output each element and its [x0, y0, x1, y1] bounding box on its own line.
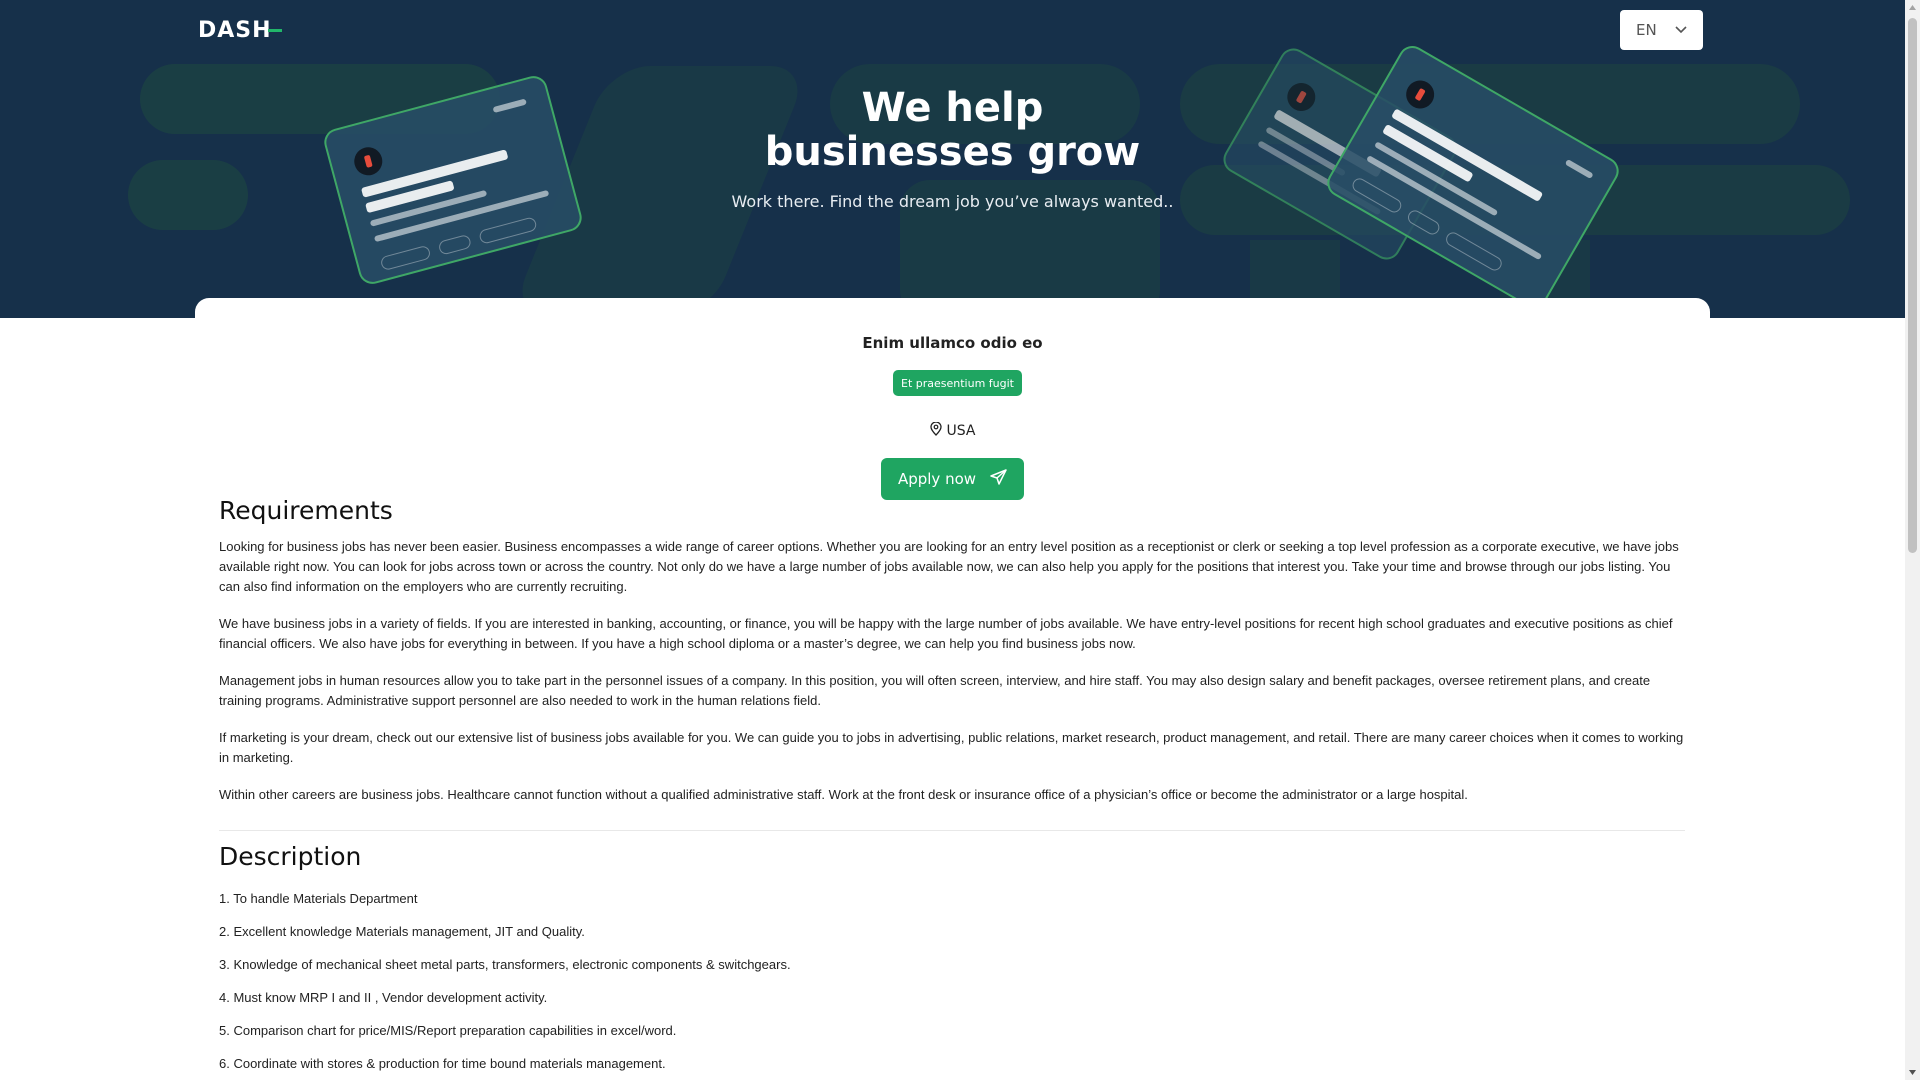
logo[interactable]: DASH	[198, 17, 282, 43]
scrollbar-thumb[interactable]	[1908, 18, 1917, 553]
hero-subtitle: Work there. Find the dream job you’ve al…	[731, 192, 1174, 211]
location-text: USA	[946, 423, 976, 439]
list-item: 4. Must know MRP I and II , Vendor devel…	[219, 990, 548, 1005]
language-select[interactable]: EN	[1620, 10, 1703, 50]
list-item: 6. Coordinate with stores & production f…	[219, 1056, 666, 1071]
requirements-section: Requirements Looking for business jobs h…	[219, 496, 1685, 822]
requirements-heading: Requirements	[219, 496, 393, 525]
requirements-body: Looking for business jobs has never been…	[219, 537, 1685, 805]
hero-title-line: We help	[861, 85, 1044, 131]
deco-card-tag	[1443, 229, 1505, 273]
deco-card-tag	[437, 233, 473, 256]
requirements-paragraph: If marketing is your dream, check out ou…	[219, 730, 1684, 765]
list-item: 5. Comparison chart for price/MIS/Report…	[219, 1023, 677, 1038]
page-scrollbar[interactable]	[1905, 0, 1920, 1080]
description-heading: Description	[219, 842, 362, 871]
location-pin-icon	[929, 421, 942, 440]
hero-title-line: businesses grow	[764, 129, 1141, 175]
deco-card-tag	[478, 216, 538, 245]
send-icon	[990, 468, 1007, 490]
hero-banner: DASH EN We help businesses grow Work the…	[0, 0, 1905, 318]
scroll-up-arrow-icon[interactable]	[1905, 0, 1920, 15]
deco-card-tag	[1405, 207, 1442, 237]
description-section: Description 1. To handle Materials Depar…	[219, 842, 1685, 1080]
scroll-down-arrow-icon[interactable]	[1905, 1065, 1920, 1080]
requirements-paragraph: Within other careers are business jobs. …	[219, 787, 1468, 802]
language-value: EN	[1636, 21, 1657, 39]
apply-now-button[interactable]: Apply now	[881, 458, 1024, 500]
section-divider	[219, 830, 1685, 831]
list-item: 3. Knowledge of mechanical sheet metal p…	[219, 957, 791, 972]
deco-card-tag	[379, 244, 432, 272]
list-item: 1. To handle Materials Department	[219, 891, 418, 906]
requirements-paragraph: Management jobs in human resources allow…	[219, 673, 1651, 708]
apply-now-label: Apply now	[897, 470, 977, 488]
job-category-badge: Et praesentium fugit	[893, 370, 1022, 396]
requirements-paragraph: We have business jobs in a variety of fi…	[219, 616, 1673, 651]
logo-text: DASH	[198, 17, 272, 43]
page: DASH EN We help businesses grow Work the…	[0, 0, 1920, 1080]
hero-title: We help businesses grow	[0, 86, 1905, 174]
logo-accent	[267, 28, 282, 32]
chevron-down-icon	[1675, 26, 1687, 34]
job-title: Enim ullamco odio eo	[862, 334, 1043, 352]
requirements-paragraph: Looking for business jobs has never been…	[219, 539, 1679, 594]
job-location: USA	[195, 421, 1710, 440]
list-item: 2. Excellent knowledge Materials managem…	[219, 924, 585, 939]
description-list: 1. To handle Materials Department 2. Exc…	[219, 889, 1685, 1074]
job-detail-card: Enim ullamco odio eo Et praesentium fugi…	[195, 298, 1710, 1080]
